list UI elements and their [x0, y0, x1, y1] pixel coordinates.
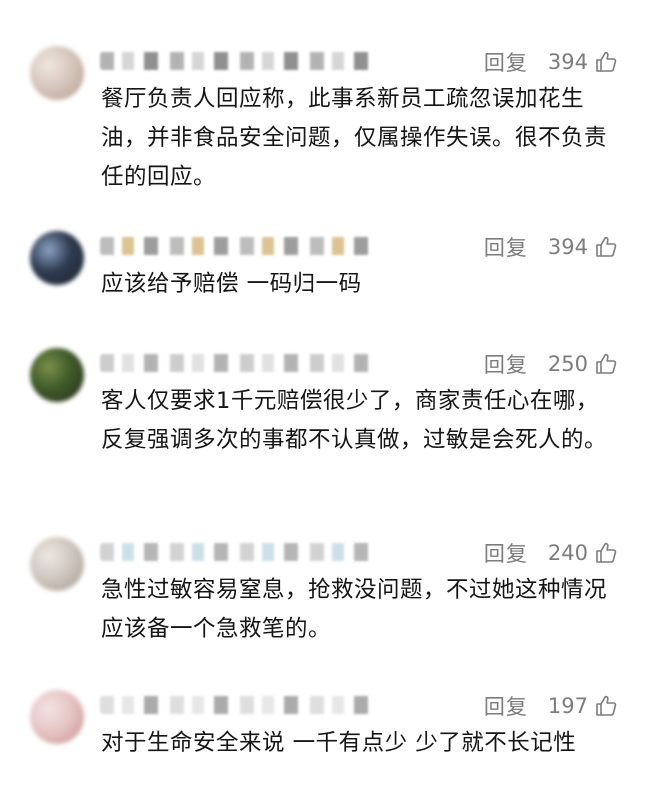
comment-text: 对于生命安全来说 一千有点少 少了就不长记性 [101, 730, 577, 756]
thumbs-up-icon[interactable] [594, 694, 618, 718]
comment-text: 急性过敏容易窒息，抢救没问题，不过她这种情况应该备一个急救笔的。 [101, 577, 608, 642]
username-blurred[interactable] [100, 543, 370, 561]
reply-button[interactable]: 回复 [484, 538, 528, 568]
comment-actions: 回复 394 [484, 46, 618, 78]
avatar[interactable] [30, 46, 84, 100]
like-count: 197 [547, 694, 588, 718]
reply-button[interactable]: 回复 [484, 691, 528, 721]
thumbs-up-icon[interactable] [594, 235, 618, 259]
avatar[interactable] [30, 690, 84, 744]
thumbs-up-icon[interactable] [594, 541, 618, 565]
username-blurred[interactable] [100, 237, 370, 255]
comment-actions: 回复 394 [484, 231, 618, 263]
comment-text: 应该给予赔偿 一码归一码 [101, 271, 362, 297]
username-blurred[interactable] [100, 52, 370, 70]
like-count: 394 [547, 235, 588, 259]
comment-text: 客人仅要求1千元赔偿很少了，商家责任心在哪，反复强调多次的事都不认真做，过敏是会… [101, 388, 608, 453]
reply-button[interactable]: 回复 [484, 47, 528, 77]
like-count: 394 [547, 50, 588, 74]
comment-text: 餐厅负责人回应称，此事系新员工疏忽误加花生油，并非食品安全问题，仅属操作失误。很… [101, 86, 608, 190]
thumbs-up-icon[interactable] [594, 352, 618, 376]
avatar[interactable] [30, 537, 84, 591]
avatar[interactable] [30, 348, 84, 402]
thumbs-up-icon[interactable] [594, 50, 618, 74]
username-blurred[interactable] [100, 696, 370, 714]
avatar[interactable] [30, 231, 84, 285]
comment-actions: 回复 250 [484, 348, 618, 380]
like-count: 240 [547, 541, 588, 565]
comment-actions: 回复 240 [484, 537, 618, 569]
reply-button[interactable]: 回复 [484, 232, 528, 262]
comment-list: 回复 394 餐厅负责人回应称，此事系新员工疏忽误加花生油，并非食品安全问题，仅… [0, 0, 650, 797]
like-count: 250 [547, 352, 588, 376]
reply-button[interactable]: 回复 [484, 349, 528, 379]
comment-actions: 回复 197 [484, 690, 618, 722]
username-blurred[interactable] [100, 354, 370, 372]
